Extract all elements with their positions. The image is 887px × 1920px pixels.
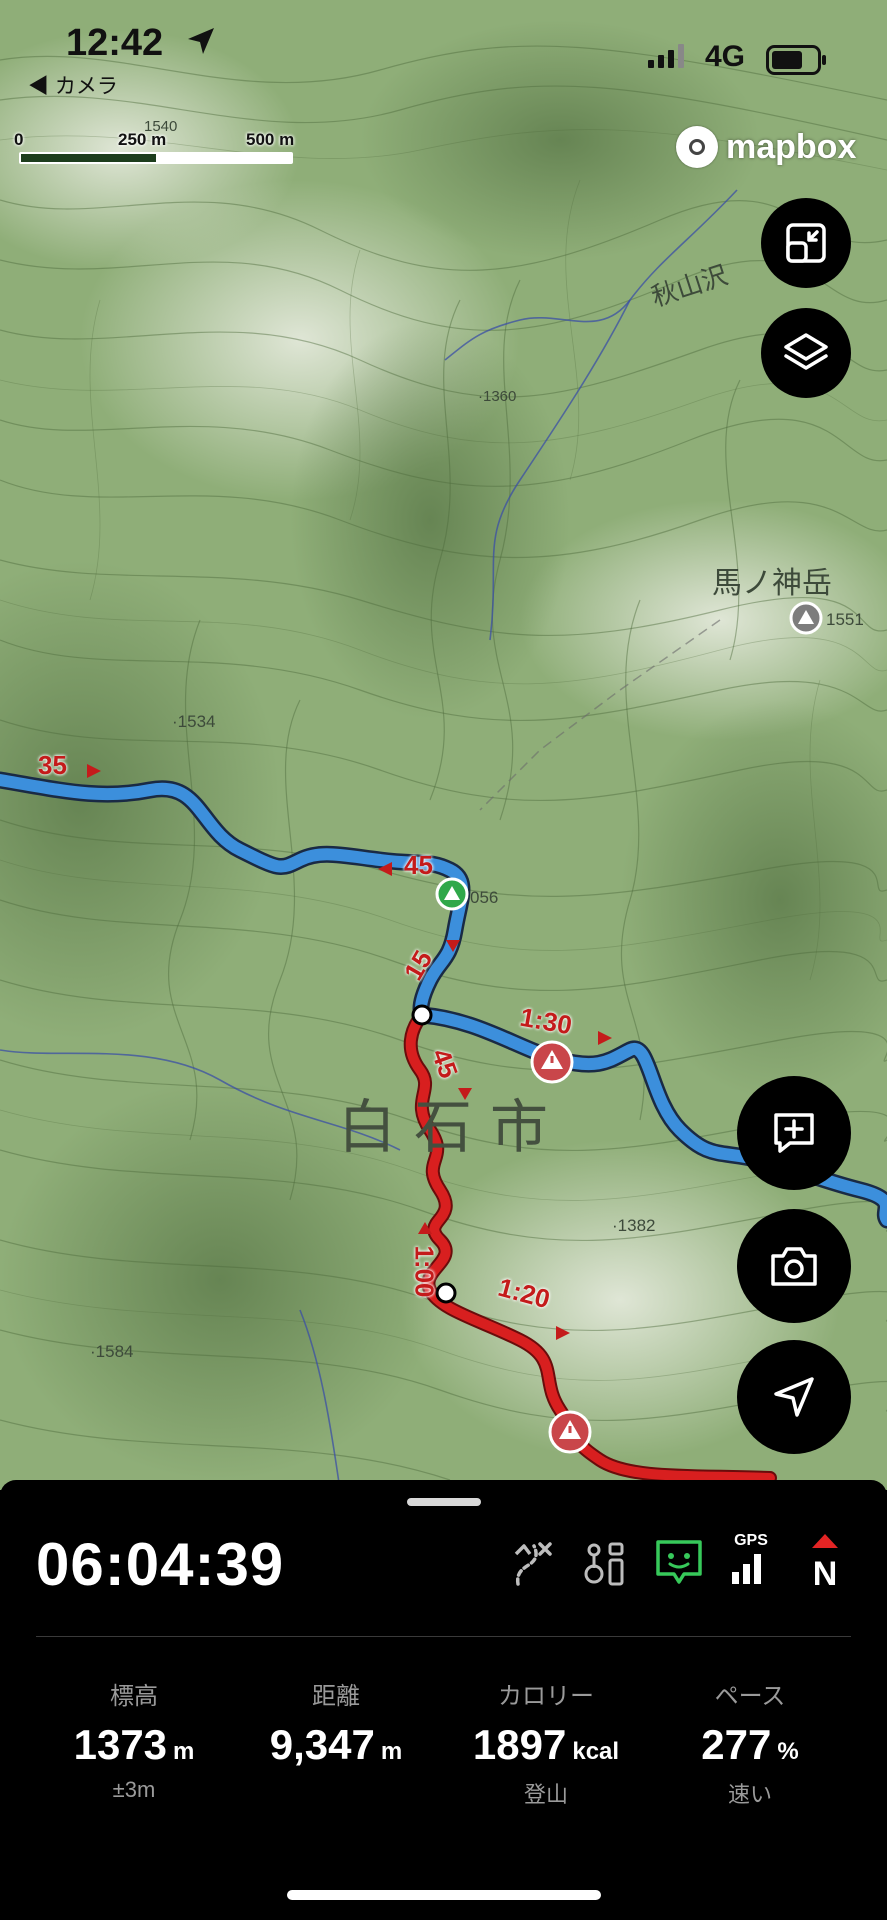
- place-name-umanokamidake: 馬ノ神岳: [712, 567, 832, 600]
- waypoints-icon[interactable]: [580, 1538, 630, 1588]
- stat-pace: ペース 277% 速い: [650, 1676, 850, 1809]
- scale-tick-500: 500 m: [246, 130, 295, 149]
- stat-label: 距離: [312, 1683, 360, 1710]
- stat-calories: カロリー 1897 kcal 登山: [446, 1676, 646, 1809]
- gps-status[interactable]: GPS: [726, 1532, 776, 1588]
- elevation-label: ·1382: [612, 1216, 656, 1235]
- route-time-label: 1:00: [409, 1245, 440, 1298]
- speech-bubble-icon[interactable]: [654, 1538, 704, 1588]
- waypoint-marker: [411, 1004, 433, 1026]
- stat-label: ペース: [714, 1683, 786, 1710]
- stat-sub: 登山: [523, 1782, 568, 1807]
- hazard-marker: [548, 1410, 592, 1454]
- stat-unit: %: [777, 1738, 799, 1765]
- divider: [36, 1636, 851, 1637]
- stat-distance: 距離 9,347 m: [236, 1676, 436, 1777]
- activity-panel[interactable]: 06:04:39 GPS N 標高 1373 m ±3m 距離 9,347 m …: [0, 1480, 887, 1920]
- stat-unit: m: [173, 1738, 195, 1765]
- scale-tick-250: 250 m: [118, 130, 167, 149]
- compass[interactable]: N: [800, 1532, 850, 1593]
- minimize-icon: [786, 223, 826, 263]
- home-indicator[interactable]: [287, 1890, 601, 1900]
- elapsed-time: 06:04:39: [36, 1531, 285, 1598]
- network-type: 4G: [705, 40, 746, 73]
- route-time-label: 35: [38, 750, 67, 780]
- drag-handle[interactable]: [407, 1498, 481, 1506]
- back-to-camera-link[interactable]: ◀ カメラ: [28, 70, 118, 100]
- place-name-shiroishi: 白石市: [338, 1095, 567, 1160]
- compass-label: N: [812, 1555, 838, 1593]
- location-arrow-icon: [188, 28, 214, 54]
- stat-value: 9,347: [269, 1721, 375, 1768]
- stat-value: 1373: [73, 1721, 168, 1768]
- add-comment-icon: [774, 1113, 814, 1153]
- waypoint-marker: [435, 1282, 457, 1304]
- gps-signal-icon: [732, 1554, 761, 1584]
- my-location-button[interactable]: [737, 1340, 851, 1454]
- hazard-marker: [530, 1040, 574, 1084]
- stat-value: 277: [701, 1721, 772, 1768]
- minimize-map-button[interactable]: [761, 198, 851, 288]
- stat-unit: m: [380, 1738, 403, 1765]
- map-layers-button[interactable]: [761, 308, 851, 398]
- signal-bars-icon: [648, 44, 684, 68]
- layers-icon: [784, 333, 828, 370]
- scale-bar: 0 250 m 500 m: [14, 130, 304, 170]
- elevation-label: ·1534: [172, 712, 216, 731]
- elevation-label: ·1584: [90, 1342, 134, 1361]
- status-bar: 12:42 ◀ カメラ 4G: [0, 0, 887, 110]
- stat-unit: kcal: [572, 1738, 620, 1765]
- mapbox-logo-icon: [676, 126, 718, 168]
- stat-altitude: 標高 1373 m ±3m: [34, 1676, 234, 1803]
- mountain-marker: [789, 601, 823, 635]
- compass-north-icon: [812, 1534, 838, 1548]
- camera-icon: [771, 1247, 817, 1286]
- elevation-label: ·1360: [478, 388, 517, 405]
- off-route-icon[interactable]: [508, 1538, 558, 1588]
- map-view[interactable]: 秋山沢 馬ノ神岳 白石市 1540 ·1360 1551 ·1534 056 ·…: [0, 0, 887, 1490]
- mountain-marker: [435, 877, 469, 911]
- elevation-label: 1551: [826, 610, 864, 629]
- status-time: 12:42: [66, 22, 164, 64]
- camera-button[interactable]: [737, 1209, 851, 1323]
- mapbox-wordmark: mapbox: [726, 128, 857, 166]
- stat-label: 標高: [110, 1683, 158, 1710]
- scale-tick-0: 0: [14, 130, 24, 149]
- stat-sub: ±3m: [112, 1777, 156, 1802]
- gps-label: GPS: [734, 1532, 768, 1549]
- battery-icon: [766, 45, 826, 75]
- stat-sub: 速い: [727, 1782, 772, 1807]
- navigation-icon: [774, 1377, 814, 1417]
- mapbox-attribution[interactable]: mapbox: [676, 126, 876, 170]
- route-time-label: 45: [404, 850, 433, 880]
- stat-value: 1897: [472, 1721, 567, 1768]
- stat-label: カロリー: [498, 1683, 594, 1710]
- elevation-label: 056: [470, 888, 499, 907]
- add-memo-button[interactable]: [737, 1076, 851, 1190]
